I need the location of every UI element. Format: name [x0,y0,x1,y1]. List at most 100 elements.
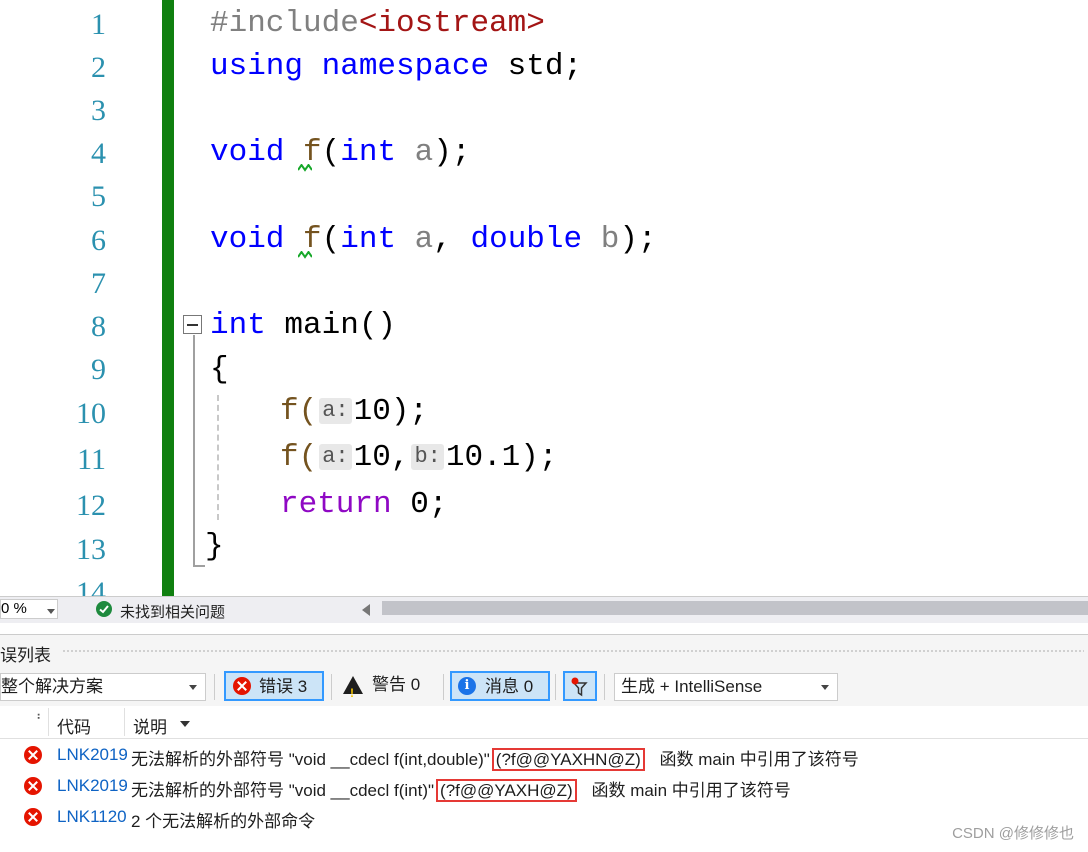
chevron-down-icon [821,685,829,690]
line-number: 12 [76,489,106,522]
horizontal-scrollbar-thumb[interactable] [382,601,1088,615]
code-text: ( [321,222,341,257]
code-text: 0; [391,487,448,522]
indent-guide [217,395,219,520]
scope-value: 整个解决方案 [1,677,103,696]
column-divider[interactable] [124,708,125,736]
sort-grip-icon[interactable]: ⠃ [36,712,45,726]
error-description: 无法解析的外部符号 "void __cdecl f(int)" (?f@@YAXH… [131,776,791,802]
keyword-return: return [280,487,392,522]
line-number: 4 [91,137,106,170]
scope-dropdown[interactable]: 整个解决方案 [0,673,206,701]
table-row[interactable]: LNK2019 无法解析的外部符号 "void __cdecl f(int)"(… [0,771,1088,802]
editor-status-bar: 0 % 未找到相关问题 [0,596,1088,623]
outline-line [193,335,195,565]
messages-filter-label: 消息 0 [485,677,534,696]
error-code-link[interactable]: LNK2019 [57,776,129,796]
keyword: void [210,135,285,170]
code-line-10[interactable]: f(a: 10); [280,396,428,428]
error-description: 2 个无法解析的外部命令 [131,807,315,832]
code-line-9[interactable]: { [210,354,229,386]
highlighted-symbol: (?f@@YAXHN@Z) [491,748,645,771]
code-line-8[interactable]: int main() [210,310,396,342]
code-text: main() [265,308,397,343]
build-source-dropdown[interactable]: 生成 + IntelliSense [614,673,838,701]
code-line-6[interactable]: void f(int a, double b); [210,224,657,256]
code-line-1[interactable]: #include<iostream> [210,8,545,40]
column-header-code[interactable]: 代码 [57,713,91,738]
error-code-link[interactable]: LNK2019 [57,745,129,765]
errors-filter-button[interactable]: 错误 3 [224,671,324,701]
keyword: int [210,308,266,343]
code-line-12[interactable]: return 0; [280,489,447,521]
code-text: , [433,222,471,257]
toolbar-separator [555,674,556,700]
function-call: f( [280,394,318,429]
collapse-toggle[interactable] [183,315,202,334]
chevron-down-icon [189,685,197,690]
line-number: 3 [91,94,106,127]
error-icon [24,808,42,826]
messages-filter-button[interactable]: i 消息 0 [450,671,550,701]
desc-text: 无法解析的外部符号 "void __cdecl f(int,double)" [131,750,490,769]
error-description: 无法解析的外部符号 "void __cdecl f(int,double)" (?… [131,745,859,771]
toolbar-separator [604,674,605,700]
line-number: 14 [76,576,106,597]
inlay-hint-b: b: [411,443,444,470]
panel-title: 误列表 [0,646,51,665]
keyword: using [210,49,304,84]
code-text: 10.1); [445,440,558,475]
outline-line-end [193,565,205,567]
warnings-filter-label: 警告 0 [372,675,421,694]
desc-text: 函数 main 中引用了该符号 [591,781,791,800]
table-row[interactable]: LNK1120 2 个无法解析的外部命令 [0,802,1088,832]
code-editor[interactable]: 1 2 3 4 5 6 7 8 9 10 11 12 13 14 #includ… [0,0,1088,596]
line-number: 11 [77,443,106,476]
table-row[interactable]: LNK2019 无法解析的外部符号 "void __cdecl f(int,do… [0,740,1088,771]
error-code-link[interactable]: LNK1120 [57,807,129,827]
toolbar-separator [214,674,215,700]
error-list-header: ⠃ 代码 说明 [0,706,1088,739]
filter-button[interactable] [563,671,597,701]
line-number: 8 [91,310,106,343]
line-number: 13 [76,533,106,566]
code-text: ( [321,135,341,170]
chevron-down-icon [47,609,55,614]
line-number: 9 [91,353,106,386]
column-divider[interactable] [48,708,49,736]
preprocessor-directive: #include [210,6,359,41]
code-line-11[interactable]: f(a: 10, b: 10.1); [280,442,557,474]
change-tracking-bar [162,0,174,596]
build-source-value: 生成 + IntelliSense [621,677,763,696]
keyword: namespace [321,49,490,84]
errors-filter-label: 错误 3 [259,677,308,696]
code-line-13[interactable]: } [205,531,224,563]
keyword: int [340,222,397,257]
error-list-toolbar: 整个解决方案 错误 3 警告 0 i 消息 0 生成 + IntelliSens… [0,666,1088,707]
info-icon: i [458,677,476,695]
squiggle-warning [298,251,312,259]
line-number: 7 [91,267,106,300]
warning-icon [343,676,363,707]
zoom-dropdown[interactable]: 0 % [0,599,58,619]
highlighted-symbol: (?f@@YAXH@Z) [436,779,577,802]
error-icon [24,746,42,764]
keyword: int [340,135,397,170]
sort-desc-icon[interactable] [180,721,190,727]
parameter: a [396,222,434,257]
column-header-description[interactable]: 说明 [133,713,167,738]
line-number: 6 [91,224,106,257]
warnings-filter-button[interactable]: 警告 0 [340,671,440,707]
error-list-title-bar: 误列表 [0,634,1088,667]
error-icon [24,777,42,795]
issues-status[interactable]: 未找到相关问题 [120,601,225,622]
code-text: 10, [353,440,410,475]
code-line-2[interactable]: using namespace std; [210,51,582,83]
line-number: 5 [91,180,106,213]
code-text: 10); [353,394,429,429]
scroll-left-arrow[interactable] [362,604,370,616]
keyword: void [210,222,285,257]
squiggle-warning [298,164,312,172]
code-line-4[interactable]: void f(int a); [210,137,471,169]
title-grip[interactable] [62,649,1084,654]
